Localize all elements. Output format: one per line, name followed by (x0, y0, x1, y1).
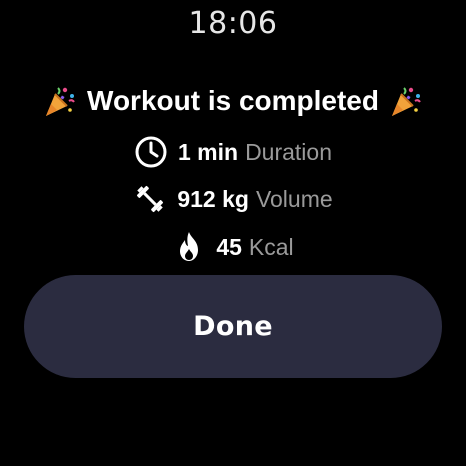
duration-label: Duration (245, 138, 332, 165)
party-popper-icon (389, 84, 423, 118)
calories-value: 45 (216, 233, 242, 260)
stat-duration: 1 min Duration (0, 134, 466, 170)
party-popper-icon (43, 84, 77, 118)
calories-label: Kcal (248, 233, 294, 260)
status-clock: 18:06 (188, 6, 278, 41)
clock-icon (134, 135, 168, 169)
done-label: Done (193, 311, 273, 342)
duration-value: 1 min (177, 138, 239, 165)
completion-headline: Workout is completed (0, 81, 466, 121)
watch-screen: 18:06 Workout is completed 1 min Duratio… (0, 0, 466, 466)
volume-label: Volume (255, 185, 333, 212)
flame-icon (172, 230, 206, 264)
completion-title: Workout is completed (87, 85, 379, 116)
done-button[interactable]: Done (24, 275, 442, 378)
stat-volume: 912 kg Volume (0, 181, 466, 217)
dumbbell-icon (133, 182, 167, 216)
stat-calories: 45 Kcal (0, 229, 466, 265)
volume-value: 912 kg (177, 185, 249, 212)
